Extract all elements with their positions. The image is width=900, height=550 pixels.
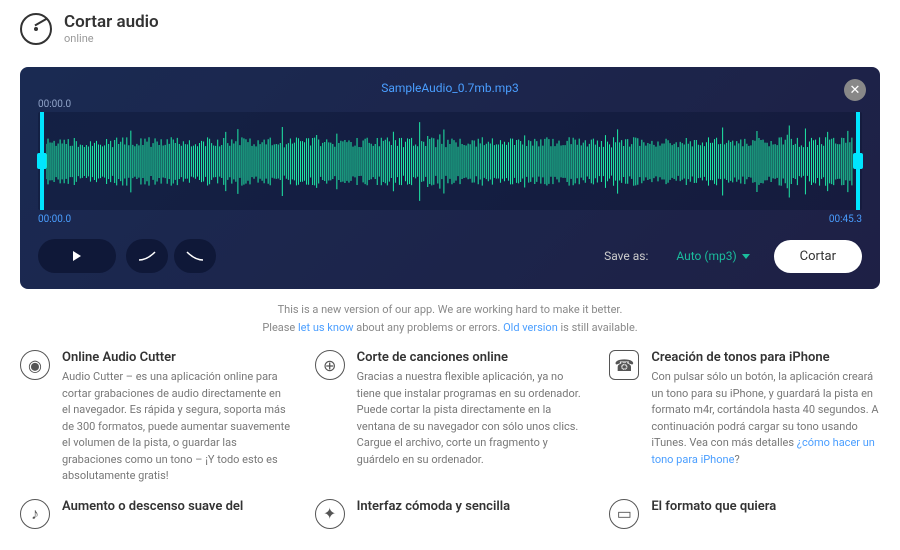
feature-card: ✦ Interfaz cómoda y sencilla [315,499,586,529]
close-button[interactable]: ✕ [844,79,866,101]
format-icon: ▭ [609,499,639,529]
app-title-block: Cortar audio online [64,12,159,45]
feedback-link[interactable]: let us know [298,321,354,334]
old-version-link[interactable]: Old version [503,321,558,334]
feature-title: Interfaz cómoda y sencilla [357,499,510,514]
feature-text: Con pulsar sólo un botón, la aplicación … [651,369,880,468]
fade-out-button[interactable] [174,239,216,273]
feature-text-tail: ? [734,453,739,466]
trim-handle-start[interactable] [40,112,44,210]
fade-button-group [126,239,216,273]
feature-title: Corte de canciones online [357,350,586,365]
audio-editor-panel: SampleAudio_0.7mb.mp3 ✕ 00:00.0 00:00.0 … [20,67,880,289]
feature-card: ◉ Online Audio Cutter Audio Cutter – es … [20,350,291,485]
feature-card: ▭ El formato que quiera [609,499,880,529]
app-header: Cortar audio online [0,0,900,57]
play-icon [73,251,81,261]
notice-line2c: is still available. [558,321,638,334]
volume-icon: ♪ [20,499,50,529]
feature-card: ☎ Creación de tonos para iPhone Con puls… [609,350,880,485]
globe-icon: ⊕ [315,350,345,380]
notice-line2a: Please [262,321,298,334]
waveform-container[interactable] [38,112,862,210]
close-icon: ✕ [850,83,861,98]
chevron-down-icon [742,254,750,259]
phone-icon: ☎ [609,350,639,380]
time-end-label: 00:45.3 [829,214,862,225]
fade-in-button[interactable] [126,239,168,273]
feature-text: Gracias a nuestra flexible aplicación, y… [357,369,586,468]
feature-card: ⊕ Corte de canciones online Gracias a nu… [315,350,586,485]
feature-title: Aumento o descenso suave del [62,499,243,514]
app-title: Cortar audio [64,12,159,32]
cursor-icon: ✦ [315,499,345,529]
feature-title: El formato que quiera [651,499,776,514]
notice-line1: This is a new version of our app. We are… [278,303,623,316]
features-row: ◉ Online Audio Cutter Audio Cutter – es … [0,350,900,485]
controls-bar: Save as: Auto (mp3) Cortar [38,239,862,273]
feature-text: Audio Cutter – es una aplicación online … [62,369,291,485]
feature-title: Creación de tonos para iPhone [651,350,880,365]
features-row-2: ♪ Aumento o descenso suave del ✦ Interfa… [0,485,900,529]
format-dropdown[interactable]: Auto (mp3) [662,241,763,271]
waveform-icon [46,112,854,211]
time-start-label: 00:00.0 [38,214,71,225]
time-range: 00:00.0 00:45.3 [38,214,862,225]
format-value: Auto (mp3) [676,249,736,263]
fade-in-icon [137,250,157,262]
cut-button[interactable]: Cortar [774,240,862,273]
feature-title: Online Audio Cutter [62,350,291,365]
play-button[interactable] [38,239,116,273]
disc-icon: ◉ [20,350,50,380]
app-logo-icon [20,13,52,45]
notice-text: This is a new version of our app. We are… [0,301,900,336]
filename-label: SampleAudio_0.7mb.mp3 [38,81,862,95]
notice-line2b: about any problems or errors. [354,321,504,334]
app-subtitle: online [64,32,159,45]
feature-card: ♪ Aumento o descenso suave del [20,499,291,529]
fade-out-icon [185,250,205,262]
save-as-label: Save as: [604,249,648,263]
trim-handle-end[interactable] [856,112,860,210]
time-cursor-label: 00:00.0 [38,99,862,110]
